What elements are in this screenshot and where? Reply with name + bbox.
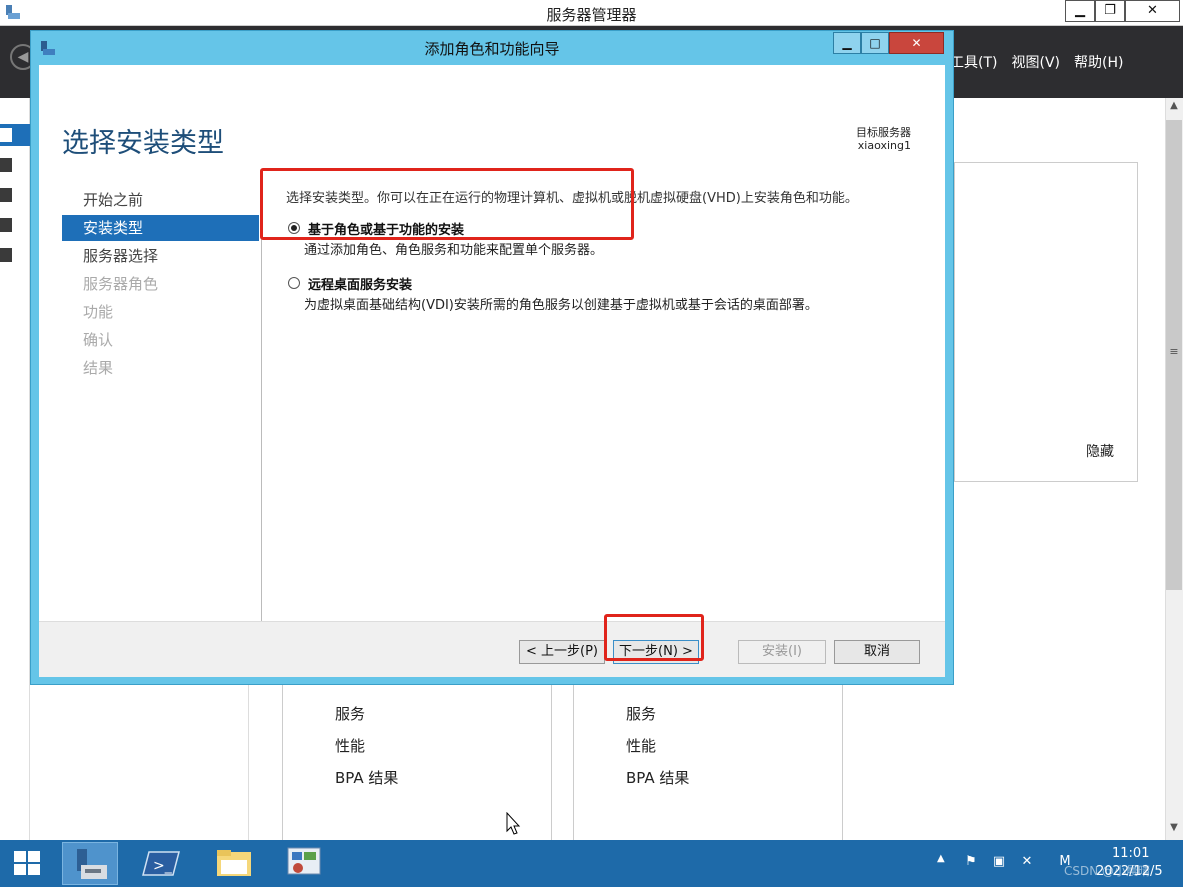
restore-button[interactable]: ❐ (1095, 0, 1125, 22)
volume-muted-icon[interactable]: ✕ (1018, 853, 1036, 871)
menu-bar: 工具(T) 视图(V) 帮助(H) (950, 52, 1123, 72)
dashboard-icon[interactable] (0, 124, 30, 146)
svg-text:>_: >_ (153, 858, 173, 874)
wizard-nav-results: 结果 (83, 359, 114, 377)
page-title: 选择安装类型 (62, 128, 224, 159)
action-center-icon[interactable]: ⚑ (962, 853, 980, 871)
option-description: 为虚拟桌面基础结构(VDI)安装所需的角色服务以创建基于虚拟机或基于会话的桌面部… (304, 298, 818, 313)
tile-link-bpa[interactable]: BPA 结果 (335, 767, 398, 788)
control-panel-icon[interactable] (276, 842, 332, 885)
menu-help[interactable]: 帮助(H) (1074, 52, 1123, 72)
wizard-nav-features: 功能 (83, 303, 114, 321)
wizard-nav-server-selection[interactable]: 服务器选择 (62, 243, 259, 269)
previous-button[interactable]: < 上一步(P) (519, 640, 605, 664)
menu-tools[interactable]: 工具(T) (950, 52, 997, 72)
hide-link[interactable]: 隐藏 (1086, 441, 1114, 461)
mouse-cursor-icon (506, 812, 521, 835)
wizard-close-button[interactable]: ✕ (889, 32, 944, 54)
install-button: 安装(I) (738, 640, 826, 664)
window-title: 服务器管理器 (546, 6, 637, 24)
tile-link-performance[interactable]: 性能 (335, 735, 365, 756)
tile-link-services[interactable]: 服务 (626, 703, 656, 724)
nav-divider (261, 185, 262, 635)
destination-server-label: 目标服务器 (856, 126, 911, 139)
wizard-maximize-button[interactable]: □ (861, 32, 889, 54)
network-icon[interactable]: ▣ (990, 853, 1008, 871)
wizard-title: 添加角色和功能向导 (424, 40, 560, 58)
tile-link-services[interactable]: 服务 (335, 703, 365, 724)
clock-time[interactable]: 11:01 (1112, 846, 1149, 861)
close-button[interactable]: ✕ (1125, 0, 1180, 22)
local-server-icon[interactable] (0, 154, 30, 176)
cancel-button[interactable]: 取消 (834, 640, 920, 664)
option-description: 通过添加角色、角色服务和功能来配置单个服务器。 (304, 243, 604, 258)
tile-link-bpa[interactable]: BPA 结果 (626, 767, 689, 788)
server-manager-sidebar (0, 98, 30, 840)
scroll-down-icon[interactable]: ▼ (1165, 822, 1183, 840)
all-servers-icon[interactable] (0, 184, 30, 206)
wizard-nav-confirmation: 确认 (83, 331, 114, 349)
roles-tile-2: 服务 性能 BPA 结果 (573, 685, 843, 840)
highlight-box-option (260, 168, 634, 240)
radio-unselected-icon[interactable] (288, 277, 300, 289)
tile-link-performance[interactable]: 性能 (626, 735, 656, 756)
windows-start-icon[interactable] (12, 848, 42, 878)
scroll-up-icon[interactable]: ▲ (1165, 100, 1183, 118)
welcome-tile (954, 162, 1138, 482)
add-roles-wizard-dialog: 添加角色和功能向导 ▁ □ ✕ 选择安装类型 目标服务器 xiaoxing1 开… (30, 30, 954, 685)
iis-icon[interactable] (0, 244, 30, 266)
tray-expand-icon[interactable]: ▲ (937, 853, 945, 864)
minimize-button[interactable]: ▁ (1065, 0, 1095, 22)
wizard-titlebar: 添加角色和功能向导 ▁ □ ✕ (31, 31, 953, 64)
wizard-body: 选择安装类型 目标服务器 xiaoxing1 开始之前 安装类型 服务器选择 服… (39, 65, 945, 677)
scroll-grip-icon: ≡ (1169, 345, 1179, 358)
clock-date[interactable]: 2022/12/5 (1096, 864, 1163, 879)
highlight-box-next (604, 614, 704, 661)
file-services-icon[interactable] (0, 214, 30, 236)
server-manager-titlebar: 服务器管理器 ▁ ❐ ✕ (0, 0, 1183, 26)
powershell-icon[interactable]: >_ (135, 842, 191, 885)
wizard-nav-before-you-begin[interactable]: 开始之前 (62, 187, 259, 213)
option-label[interactable]: 远程桌面服务安装 (308, 274, 412, 293)
server-manager-taskbar-icon[interactable] (62, 842, 118, 885)
file-explorer-icon[interactable] (205, 842, 261, 885)
wizard-nav-server-roles: 服务器角色 (83, 275, 159, 293)
wizard-minimize-button[interactable]: ▁ (833, 32, 861, 54)
divider (248, 685, 249, 840)
menu-view[interactable]: 视图(V) (1011, 52, 1060, 72)
destination-server-name: xiaoxing1 (857, 139, 911, 152)
wizard-nav-installation-type[interactable]: 安装类型 (62, 215, 259, 241)
